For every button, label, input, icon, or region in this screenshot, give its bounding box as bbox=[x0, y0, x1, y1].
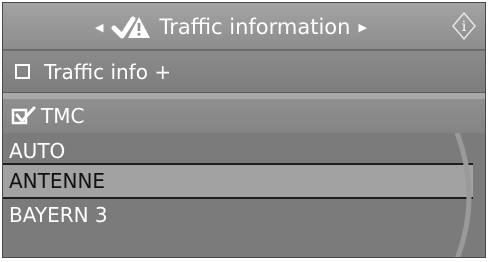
station-label: ANTENNE bbox=[9, 169, 106, 193]
station-list: AUTO ANTENNE BAYERN 3 bbox=[3, 133, 485, 257]
checkbox-icon[interactable] bbox=[15, 64, 30, 79]
station-label: BAYERN 3 bbox=[9, 203, 108, 227]
title-group: ◀ Traffic information ▶ bbox=[95, 11, 367, 43]
station-item-bayern-3[interactable]: BAYERN 3 bbox=[3, 199, 473, 231]
tmc-label: TMC bbox=[41, 104, 85, 128]
svg-text:i: i bbox=[462, 19, 467, 35]
page-title: Traffic information bbox=[159, 15, 351, 39]
triangle-right-icon[interactable]: ▶ bbox=[358, 21, 366, 34]
traffic-warning-icon bbox=[111, 16, 151, 39]
station-label: AUTO bbox=[9, 139, 66, 163]
triangle-left-icon[interactable]: ◀ bbox=[95, 21, 103, 34]
traffic-info-plus-option[interactable]: Traffic info + bbox=[3, 51, 485, 93]
list-scroll-arc[interactable] bbox=[445, 133, 485, 258]
traffic-info-screen: ◀ Traffic information ▶ i Traffic info +… bbox=[2, 2, 486, 258]
tmc-option[interactable]: TMC bbox=[3, 99, 485, 133]
checked-checkbox-icon[interactable] bbox=[11, 106, 37, 126]
title-bar: ◀ Traffic information ▶ i bbox=[3, 3, 485, 51]
station-item-antenne[interactable]: ANTENNE bbox=[3, 163, 473, 199]
info-icon[interactable]: i bbox=[451, 11, 477, 41]
traffic-info-plus-label: Traffic info + bbox=[44, 59, 172, 84]
